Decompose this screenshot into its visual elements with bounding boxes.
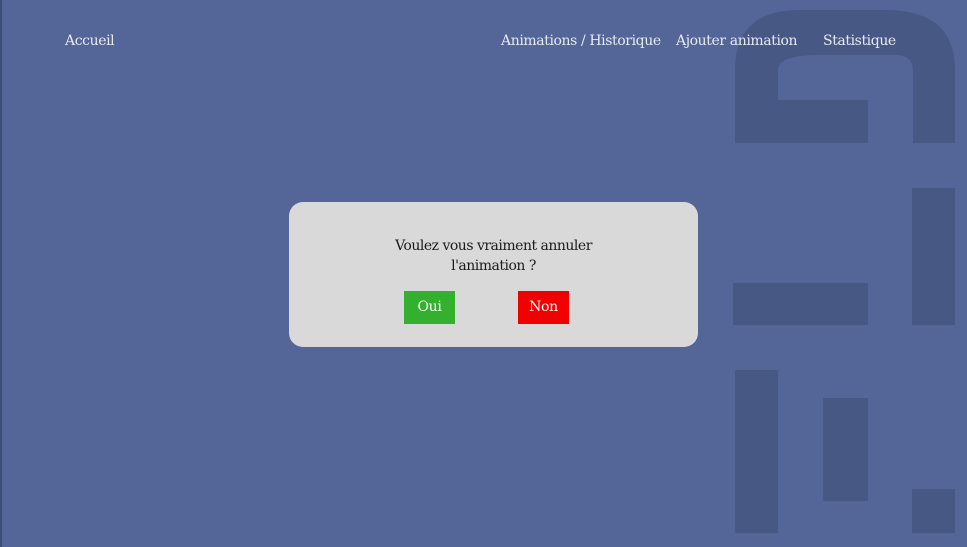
nav-link-animations-history[interactable]: Animations / Historique (501, 33, 661, 49)
dialog-message: Voulez vous vraiment annuler l'animation… (289, 236, 698, 276)
decor-bar-bottom-center (823, 398, 868, 501)
confirm-yes-button[interactable]: Oui (404, 291, 455, 324)
decor-bar-bottom-left (735, 370, 778, 533)
nav-link-add-animation[interactable]: Ajouter animation (676, 33, 798, 49)
dialog-message-line-2: l'animation ? (451, 258, 536, 274)
decor-bar-right (912, 188, 955, 325)
decor-bar-middle (733, 283, 868, 325)
dialog-message-line-1: Voulez vous vraiment annuler (395, 238, 592, 254)
nav-link-home[interactable]: Accueil (65, 33, 115, 49)
confirm-no-button[interactable]: Non (518, 291, 569, 324)
decor-bar-bottom-right (912, 489, 955, 533)
nav-link-statistics[interactable]: Statistique (823, 33, 896, 49)
confirm-cancel-dialog: Voulez vous vraiment annuler l'animation… (289, 202, 698, 347)
decor-arch-shape (735, 10, 955, 143)
